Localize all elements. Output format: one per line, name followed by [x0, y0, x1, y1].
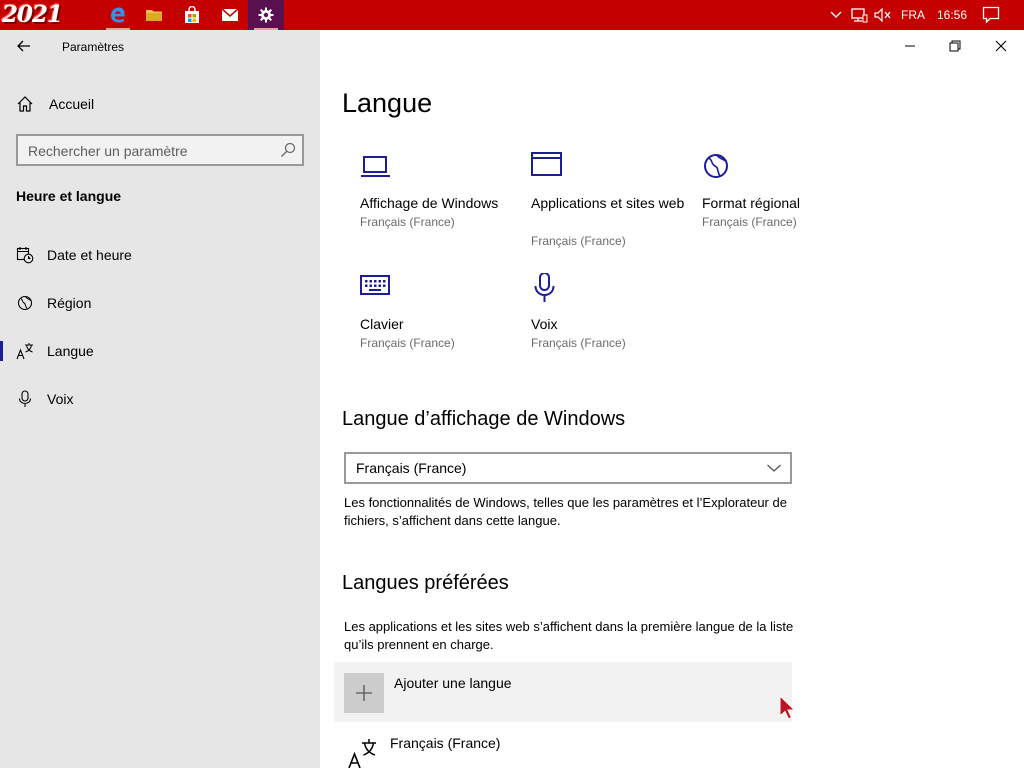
nav-item-label: Langue: [47, 343, 94, 359]
content-pane: Langue Affichage de Windows Français (Fr…: [320, 30, 1024, 768]
store-icon: [185, 6, 199, 23]
tray-network-button[interactable]: [848, 0, 870, 30]
restore-icon: [949, 40, 961, 52]
display-language-description: Les fonctionnalités de Windows, telles q…: [344, 495, 787, 528]
preferred-languages-heading: Langues préférées: [342, 572, 509, 594]
display-language-heading: Langue d’affichage de Windows: [342, 408, 626, 430]
preferred-languages-description: Les applications et les sites web s’affi…: [344, 619, 794, 652]
add-language-button[interactable]: Ajouter une langue: [334, 662, 792, 722]
notification-icon: [982, 6, 1000, 24]
nav-item-label: Voix: [47, 391, 74, 407]
display-language-dropdown[interactable]: Français (France): [344, 452, 792, 484]
keyboard-icon: [360, 273, 394, 303]
tile-sub: Français (France): [531, 234, 626, 248]
nav-item-label: Région: [47, 295, 92, 311]
minimize-button[interactable]: [900, 38, 920, 54]
minimize-icon: [905, 45, 915, 47]
restore-button[interactable]: [945, 38, 965, 54]
tile-label: Format régional: [702, 195, 801, 211]
home-icon: [17, 96, 33, 112]
microphone-icon: [531, 272, 565, 303]
tile-sub: Français (France): [702, 215, 797, 229]
language-icon: [16, 342, 34, 360]
cursor-icon: [779, 694, 796, 726]
tray-clock[interactable]: 16:56: [934, 0, 970, 30]
globe-icon: [702, 152, 736, 182]
chevron-down-icon: [766, 461, 782, 479]
language-name: Français (France): [390, 735, 501, 751]
back-arrow-icon: [17, 40, 30, 52]
tile-label: Voix: [531, 316, 558, 332]
page-title: Langue: [342, 88, 433, 118]
section-title: Heure et langue: [16, 188, 122, 204]
tray-language[interactable]: FRA: [898, 0, 928, 30]
nav-home-label: Accueil: [49, 96, 95, 112]
chevron-up-icon: [830, 11, 842, 18]
tile-label: Clavier: [360, 316, 404, 332]
taskbar-logo: 2021: [2, 1, 63, 28]
volume-muted-icon: [874, 8, 891, 22]
search-placeholder: Rechercher un paramètre: [28, 143, 188, 159]
folder-icon: [146, 10, 162, 21]
search-icon: [280, 142, 296, 163]
nav-item-voice[interactable]: Voix: [0, 379, 320, 419]
dropdown-value: Français (France): [356, 460, 467, 476]
tile-sub: Français (France): [360, 215, 455, 229]
nav-item-region[interactable]: Région: [0, 283, 320, 323]
laptop-icon: [360, 152, 394, 182]
tray-volume-button[interactable]: [872, 0, 894, 30]
selection-indicator: [0, 341, 3, 361]
taskbar-explorer-button[interactable]: [136, 0, 172, 30]
close-button[interactable]: [991, 38, 1011, 54]
edge-icon: [111, 7, 125, 23]
window-title: Paramètres: [62, 40, 125, 54]
language-icon: [348, 737, 378, 768]
nav-item-date-time[interactable]: Date et heure: [0, 235, 320, 275]
taskbar-store-button[interactable]: [174, 0, 210, 30]
plus-icon: [344, 673, 384, 713]
back-button[interactable]: [14, 38, 34, 54]
taskbar: 2021 FRA 16:56: [0, 0, 1024, 30]
taskbar-settings-button[interactable]: [248, 0, 284, 30]
tile-label: Affichage de Windows: [360, 195, 499, 211]
nav-item-language[interactable]: Langue: [0, 331, 320, 371]
language-list-item[interactable]: Français (France): [348, 734, 788, 768]
add-language-label: Ajouter une langue: [394, 675, 512, 691]
search-input[interactable]: Rechercher un paramètre: [16, 134, 304, 166]
tray-overflow-button[interactable]: [826, 0, 846, 30]
nav-home[interactable]: Accueil: [16, 94, 94, 114]
microphone-icon: [16, 390, 34, 408]
network-icon: [851, 8, 868, 23]
nav-item-label: Date et heure: [47, 247, 132, 263]
navigation-pane: Paramètres Accueil Rechercher un paramèt…: [0, 30, 320, 768]
action-center-button[interactable]: [978, 0, 1004, 30]
taskbar-edge-button[interactable]: [100, 0, 136, 30]
mail-icon: [221, 8, 239, 21]
calendar-clock-icon: [16, 246, 34, 264]
tile-sub: Français (France): [360, 336, 455, 350]
close-icon: [995, 40, 1007, 52]
tile-sub: Français (France): [531, 336, 626, 350]
tile-label: Applications et sites web: [531, 195, 685, 211]
taskbar-mail-button[interactable]: [212, 0, 248, 30]
globe-icon: [16, 294, 34, 312]
window-icon: [531, 152, 565, 182]
gear-icon: [258, 7, 274, 23]
